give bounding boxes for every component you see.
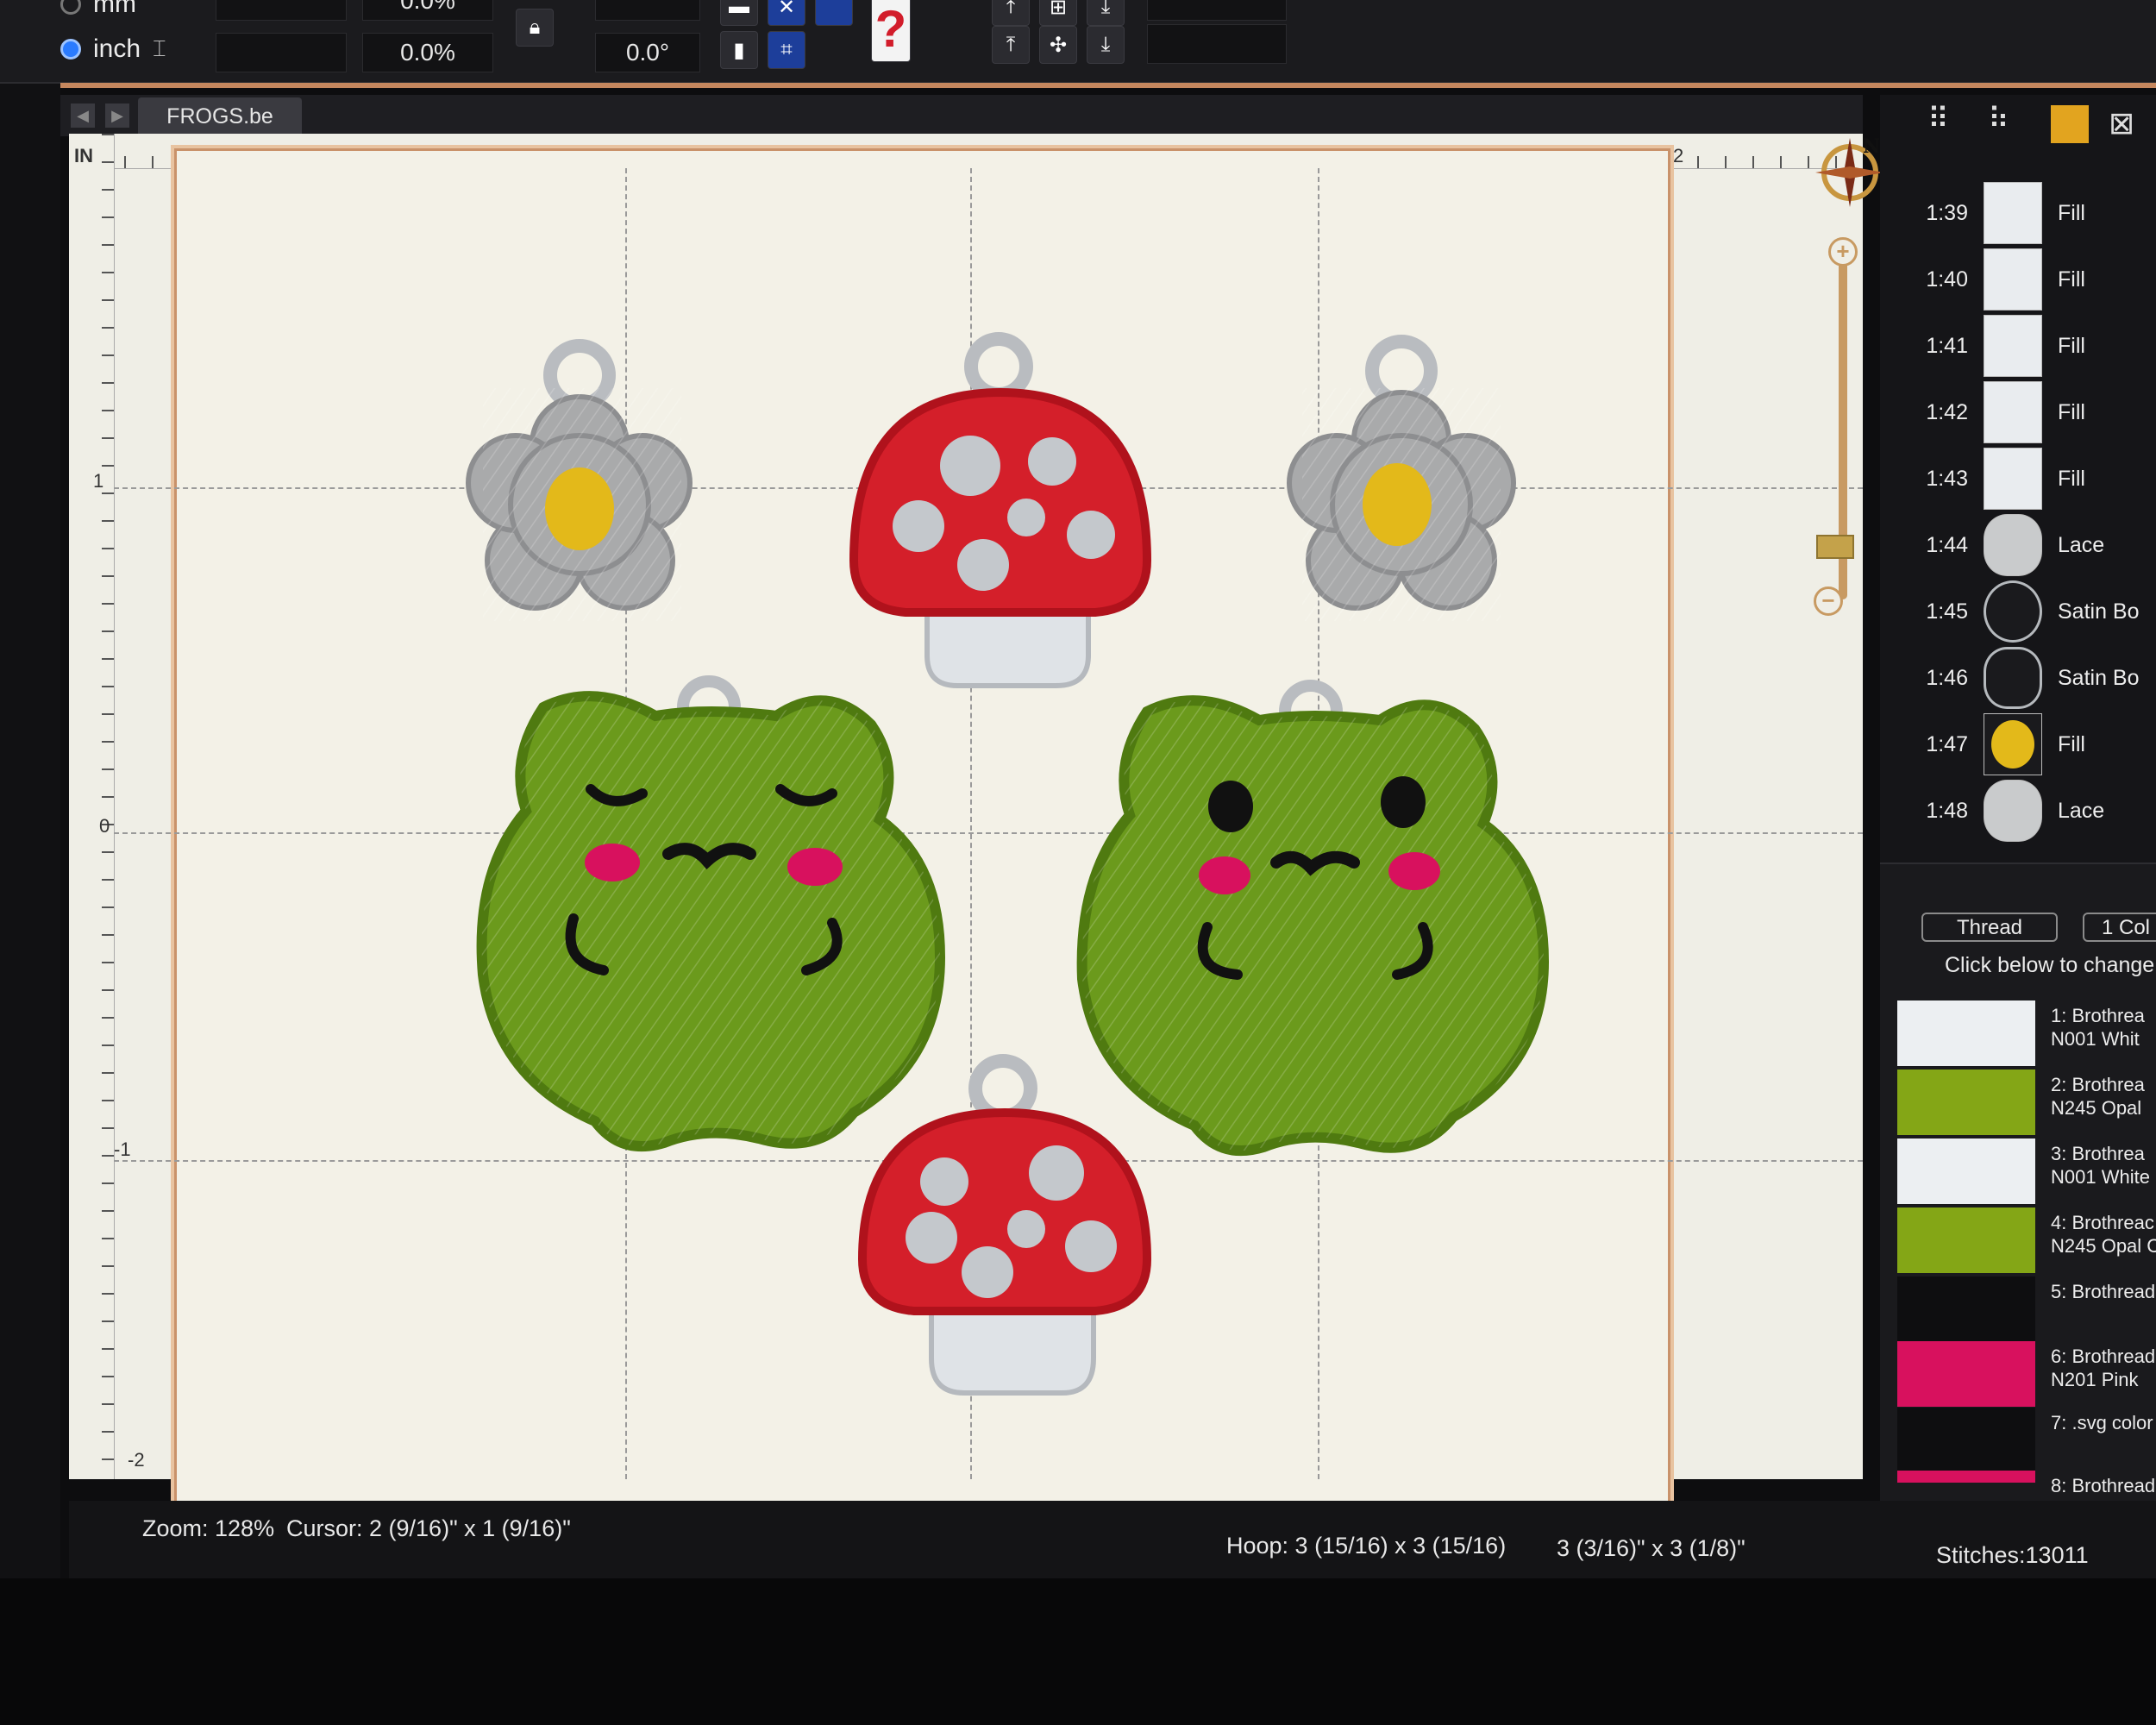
mushroom-charm-top[interactable]: [849, 332, 1152, 688]
thread-color-row[interactable]: 1: Brothrea N001 Whit: [1897, 1000, 2156, 1068]
thread-color-row[interactable]: 8: Brothread: [1897, 1471, 2156, 1505]
zoom-out-icon[interactable]: −: [1814, 586, 1843, 616]
sequence-thumbnail: [1984, 448, 2042, 510]
sequence-type: Fill: [2058, 731, 2085, 756]
thread-color-row[interactable]: 5: Brothread: [1897, 1276, 2156, 1344]
zoom-status: Zoom: 128%: [142, 1515, 275, 1541]
compass-icon[interactable]: N: [1811, 134, 1889, 211]
sequence-time: 1:42: [1926, 399, 1968, 424]
sequence-row[interactable]: 1:45 Satin Bo: [1880, 580, 2156, 643]
thread-color-label: 3: Brothrea N001 White: [2051, 1143, 2150, 1188]
thread-color-label: 1: Brothrea N001 Whit: [2051, 1005, 2145, 1050]
thread-color-label: 8: Brothread: [2051, 1475, 2156, 1496]
sequence-row[interactable]: 1:48 Lace: [1880, 779, 2156, 843]
zoom-slider-handle[interactable]: [1816, 535, 1854, 559]
mushroom-charm-bottom[interactable]: [857, 1054, 1152, 1396]
thread-color-row[interactable]: 6: Brothread N201 Pink: [1897, 1341, 2156, 1408]
screen-bezel: [0, 1578, 2156, 1725]
color-swatch: [1897, 1208, 2035, 1273]
sequence-thumbnail: [1984, 514, 2042, 576]
sequence-type: Fill: [2058, 200, 2085, 225]
cursor-status: Cursor: 2 (9/16)" x 1 (9/16)": [286, 1515, 571, 1541]
zoom-in-icon[interactable]: +: [1828, 237, 1858, 267]
color-swatch: [1897, 1000, 2035, 1066]
folder-icon[interactable]: [2051, 105, 2089, 143]
color-swatch: [1897, 1471, 2035, 1483]
tab-thread[interactable]: Thread: [1921, 913, 2058, 942]
stitch-count-status: Stitches:13011: [1936, 1542, 2089, 1568]
sequence-row[interactable]: 1:40 Fill: [1880, 248, 2156, 311]
group-icon[interactable]: ⠿: [1927, 102, 1965, 140]
color-swatch: [1897, 1138, 2035, 1204]
sequence-type: Fill: [2058, 333, 2085, 358]
sequence-time: 1:46: [1926, 665, 1968, 690]
thread-color-label: 5: Brothread: [2051, 1281, 2156, 1302]
color-swatch: [1897, 1070, 2035, 1135]
sequence-thumbnail: [1984, 647, 2042, 709]
sequence-type: Fill: [2058, 399, 2085, 424]
sequence-type: Lace: [2058, 798, 2105, 823]
sequence-time: 1:45: [1926, 599, 1968, 624]
sequence-type: Satin Bo: [2058, 599, 2140, 624]
thread-color-label: 2: Brothrea N245 Opal: [2051, 1074, 2145, 1119]
sequence-row[interactable]: 1:46 Satin Bo: [1880, 646, 2156, 710]
sequence-type: Fill: [2058, 466, 2085, 491]
frog-charm-left[interactable]: [476, 675, 946, 1152]
thread-color-row[interactable]: 4: Brothreac N245 Opal C: [1897, 1208, 2156, 1275]
sequence-row[interactable]: 1:39 Fill: [1880, 181, 2156, 245]
design-size-status: 3 (3/16)" x 3 (1/8)": [1557, 1535, 1745, 1561]
color-swatch: [1897, 1276, 2035, 1342]
flower-charm-left[interactable]: [466, 339, 693, 621]
sequence-time: 1:40: [1926, 267, 1968, 292]
color-swatch: [1897, 1341, 2035, 1407]
sequence-type: Fill: [2058, 267, 2085, 292]
sequence-time: 1:47: [1926, 731, 1968, 756]
thread-instruction: Click below to change: [1945, 953, 2155, 977]
sequence-thumbnail: [1984, 713, 2042, 775]
sequence-row[interactable]: 1:47 Fill: [1880, 712, 2156, 776]
hoop-status: Hoop: 3 (15/16) x 3 (15/16): [1226, 1533, 1507, 1559]
ungroup-icon[interactable]: ⠷: [1988, 102, 2026, 140]
svg-text:N: N: [1863, 135, 1880, 158]
sequence-time: 1:43: [1926, 466, 1968, 491]
thread-color-label: 4: Brothreac N245 Opal C: [2051, 1212, 2156, 1257]
sequence-type: Lace: [2058, 532, 2105, 557]
tab-color-count[interactable]: 1 Col: [2083, 913, 2156, 942]
sequence-thumbnail: [1984, 248, 2042, 310]
sequence-time: 1:39: [1926, 200, 1968, 225]
sequence-thumbnail: [1984, 580, 2042, 643]
sequence-row[interactable]: 1:44 Lace: [1880, 513, 2156, 577]
sequence-time: 1:44: [1926, 532, 1968, 557]
delete-icon[interactable]: ⊠: [2109, 105, 2147, 143]
sequence-time: 1:48: [1926, 798, 1968, 823]
sequence-thumbnail: [1984, 780, 2042, 842]
color-swatch: [1897, 1408, 2035, 1473]
frog-charm-right[interactable]: [1076, 680, 1550, 1157]
thread-color-row[interactable]: 7: .svg color: [1897, 1408, 2156, 1475]
flower-charm-right[interactable]: [1287, 335, 1516, 621]
sequence-thumbnail: [1984, 315, 2042, 377]
sequence-row[interactable]: 1:41 Fill: [1880, 314, 2156, 378]
sequence-time: 1:41: [1926, 333, 1968, 358]
thread-color-row[interactable]: 3: Brothrea N001 White: [1897, 1138, 2156, 1206]
thread-color-row[interactable]: 2: Brothrea N245 Opal: [1897, 1070, 2156, 1137]
sequence-row[interactable]: 1:43 Fill: [1880, 447, 2156, 511]
sequence-thumbnail: [1984, 182, 2042, 244]
sequence-row[interactable]: 1:42 Fill: [1880, 380, 2156, 444]
sequence-type: Satin Bo: [2058, 665, 2140, 690]
thread-color-label: 7: .svg color: [2051, 1412, 2153, 1433]
thread-color-label: 6: Brothread N201 Pink: [2051, 1346, 2156, 1390]
sequence-thumbnail: [1984, 381, 2042, 443]
